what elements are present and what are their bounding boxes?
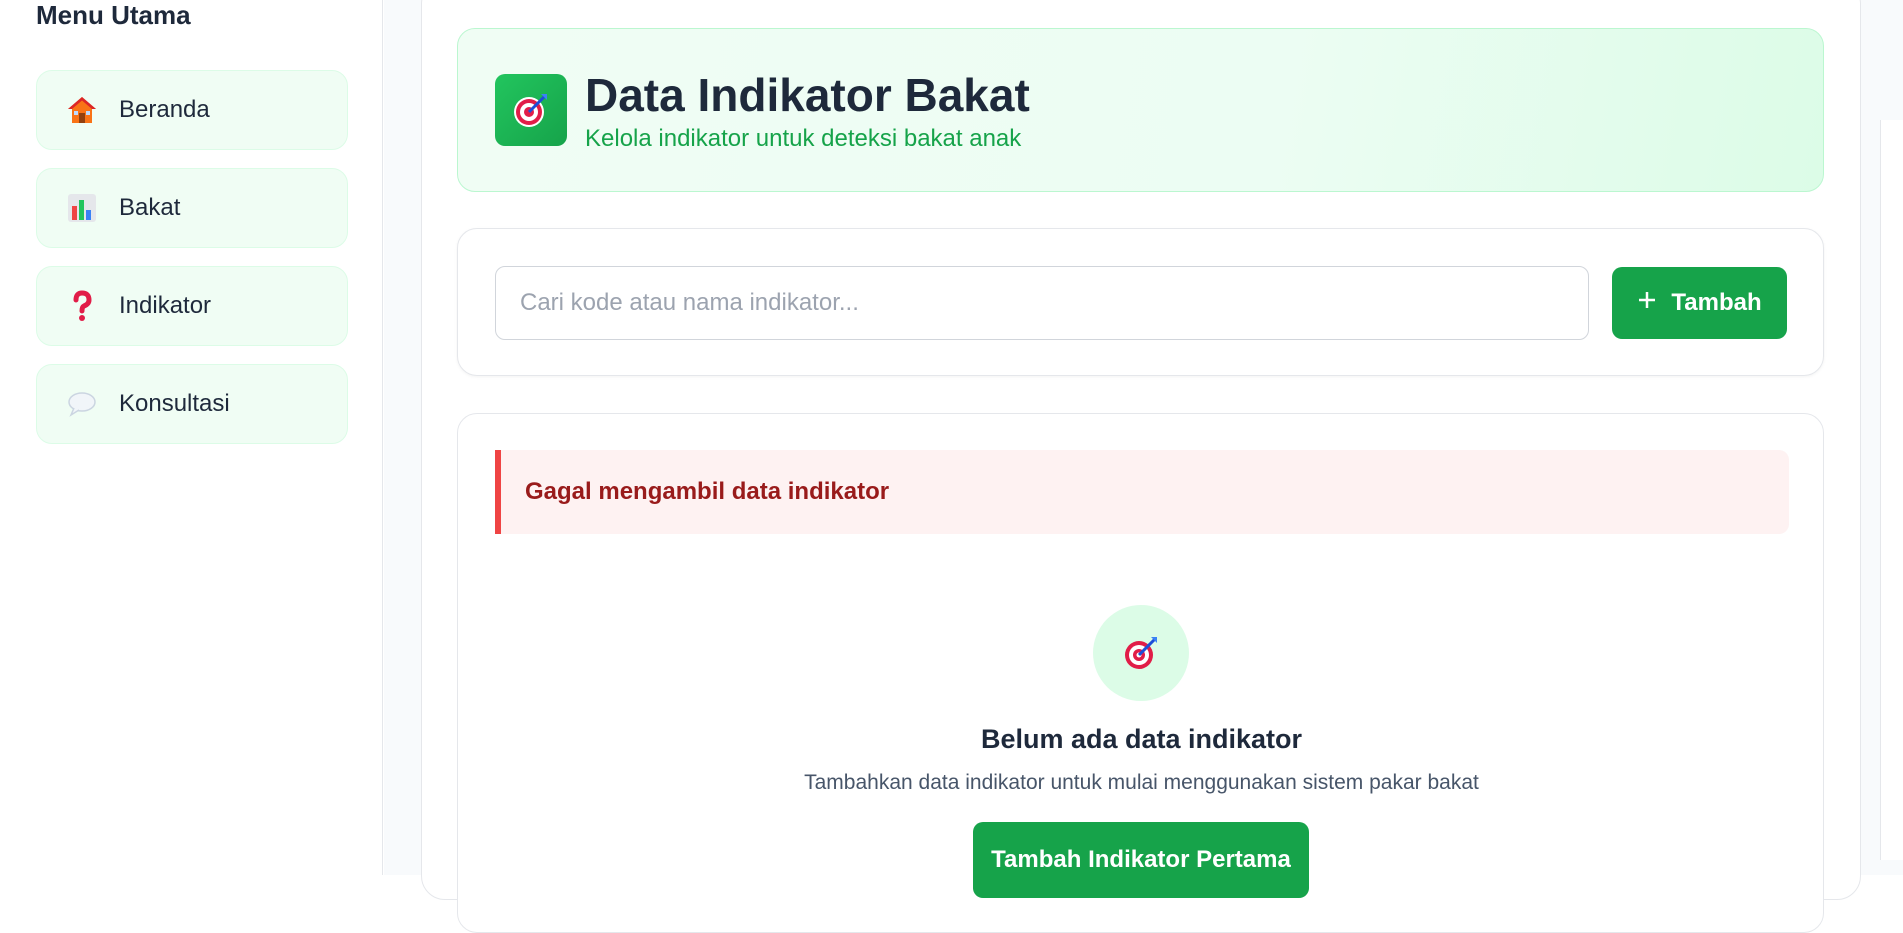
sidebar-item-label: Bakat (119, 194, 181, 221)
add-button-label: Tambah (1671, 289, 1762, 316)
sidebar-item-beranda[interactable]: Beranda (36, 70, 348, 150)
page-title: Data Indikator Bakat (585, 69, 1030, 121)
search-input[interactable] (495, 266, 1589, 340)
search-card: Tambah (457, 228, 1824, 376)
sidebar-item-konsultasi[interactable]: Konsultasi (36, 364, 348, 444)
plus-icon (1637, 289, 1657, 317)
add-button[interactable]: Tambah (1612, 267, 1787, 339)
target-icon (1093, 605, 1189, 701)
sidebar-item-label: Konsultasi (119, 390, 230, 417)
error-message: Gagal mengambil data indikator (525, 478, 890, 505)
empty-state-title: Belum ada data indikator (980, 724, 1303, 754)
sidebar: Menu Utama Beranda Bakat Indikator Konsu… (0, 0, 383, 875)
scrollbar[interactable] (1880, 120, 1903, 860)
page-header: Data Indikator Bakat Kelola indikator un… (457, 28, 1824, 192)
bar-chart-icon (65, 191, 99, 225)
sidebar-item-label: Indikator (119, 292, 212, 319)
house-icon (65, 93, 99, 127)
add-first-indicator-button[interactable]: Tambah Indikator Pertama (973, 822, 1309, 898)
empty-state-description: Tambahkan data indikator untuk mulai men… (804, 771, 1479, 794)
sidebar-item-label: Beranda (119, 96, 210, 123)
data-card: Gagal mengambil data indikator Belum ada… (457, 413, 1824, 933)
sidebar-item-bakat[interactable]: Bakat (36, 168, 348, 248)
speech-bubble-icon (65, 387, 99, 421)
sidebar-title: Menu Utama (36, 0, 191, 30)
page-subtitle: Kelola indikator untuk deteksi bakat ana… (585, 125, 1022, 152)
target-icon (495, 74, 567, 146)
sidebar-item-indikator[interactable]: Indikator (36, 266, 348, 346)
question-mark-icon (65, 289, 99, 323)
error-alert: Gagal mengambil data indikator (495, 450, 1789, 534)
